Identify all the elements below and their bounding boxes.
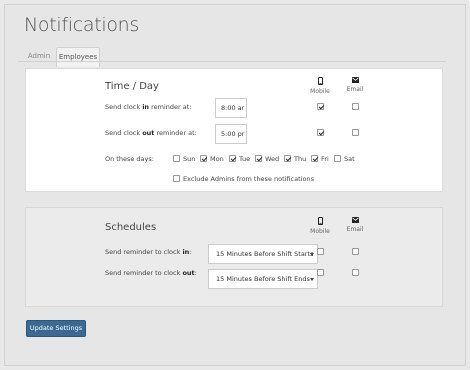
envelope-icon — [351, 217, 359, 223]
tab-employees[interactable]: Employees — [56, 47, 100, 67]
sched-clock-out-email-checkbox[interactable] — [352, 269, 359, 276]
clock-in-time-input[interactable]: 8:00 ar — [215, 98, 247, 118]
clock-out-mobile-checkbox[interactable] — [317, 129, 324, 136]
days-label: On these days: — [105, 155, 154, 163]
day-wed-label: Wed — [265, 155, 280, 163]
sched-clock-out-select[interactable]: 15 Minutes Before Shift Ends — [208, 269, 318, 289]
sched-mobile-column-label: Mobile — [310, 228, 330, 235]
day-fri-label: Fri — [321, 155, 329, 163]
update-settings-button[interactable]: Update Settings — [26, 320, 86, 337]
clock-out-time-input[interactable]: 5:00 pr — [215, 124, 247, 144]
mobile-column-header: Mobile — [305, 77, 335, 95]
day-fri-checkbox[interactable] — [311, 155, 318, 162]
sched-clock-out-mobile-checkbox[interactable] — [317, 269, 324, 276]
clock-out-email-checkbox[interactable] — [352, 129, 359, 136]
sched-mobile-column-header: Mobile — [305, 217, 335, 235]
schedules-panel: Schedules Mobile Email Send reminder to … — [25, 207, 443, 307]
exclude-admins-checkbox[interactable] — [173, 175, 180, 182]
clock-out-reminder-label: Send clock out reminder at: — [105, 129, 197, 137]
sched-clock-out-label: Send reminder to clock out: — [105, 269, 197, 277]
day-tue-checkbox[interactable] — [229, 155, 236, 162]
time-day-panel: Time / Day Mobile Email Send clock in re… — [25, 68, 443, 192]
sched-clock-in-email-checkbox[interactable] — [352, 248, 359, 255]
mobile-column-label: Mobile — [310, 88, 330, 95]
sched-email-column-header: Email — [340, 217, 370, 233]
exclude-admins-label: Exclude Admins from these notifications — [183, 175, 314, 183]
day-thu-checkbox[interactable] — [284, 155, 291, 162]
tab-divider — [18, 61, 446, 62]
sched-clock-in-select-value: 15 Minutes Before Shift Starts — [216, 250, 314, 258]
email-column-header: Email — [340, 77, 370, 93]
day-sun-checkbox[interactable] — [173, 155, 180, 162]
day-tue-label: Tue — [239, 155, 251, 163]
chevron-down-icon — [310, 278, 314, 281]
sched-email-column-label: Email — [346, 226, 364, 233]
page-title: Notifications — [24, 14, 140, 36]
mobile-phone-icon — [317, 217, 323, 225]
day-mon-label: Mon — [210, 155, 224, 163]
envelope-icon — [351, 77, 359, 83]
time-day-title: Time / Day — [105, 81, 159, 92]
sched-clock-in-label: Send reminder to clock in: — [105, 248, 192, 256]
sched-clock-out-select-value: 15 Minutes Before Shift Ends — [216, 275, 310, 283]
clock-in-email-checkbox[interactable] — [352, 103, 359, 110]
tab-admin[interactable]: Admin — [23, 47, 55, 67]
clock-in-mobile-checkbox[interactable] — [317, 103, 324, 110]
day-sat-checkbox[interactable] — [334, 155, 341, 162]
day-wed-checkbox[interactable] — [255, 155, 262, 162]
clock-in-reminder-label: Send clock in reminder at: — [105, 103, 192, 111]
day-sun-label: Sun — [183, 155, 196, 163]
chevron-down-icon — [310, 253, 314, 256]
sched-clock-in-mobile-checkbox[interactable] — [317, 248, 324, 255]
day-mon-checkbox[interactable] — [200, 155, 207, 162]
mobile-phone-icon — [317, 77, 323, 85]
day-thu-label: Thu — [294, 155, 307, 163]
day-sat-label: Sat — [344, 155, 355, 163]
email-column-label: Email — [346, 86, 364, 93]
sched-clock-in-select[interactable]: 15 Minutes Before Shift Starts — [208, 244, 318, 264]
schedules-title: Schedules — [105, 222, 157, 233]
